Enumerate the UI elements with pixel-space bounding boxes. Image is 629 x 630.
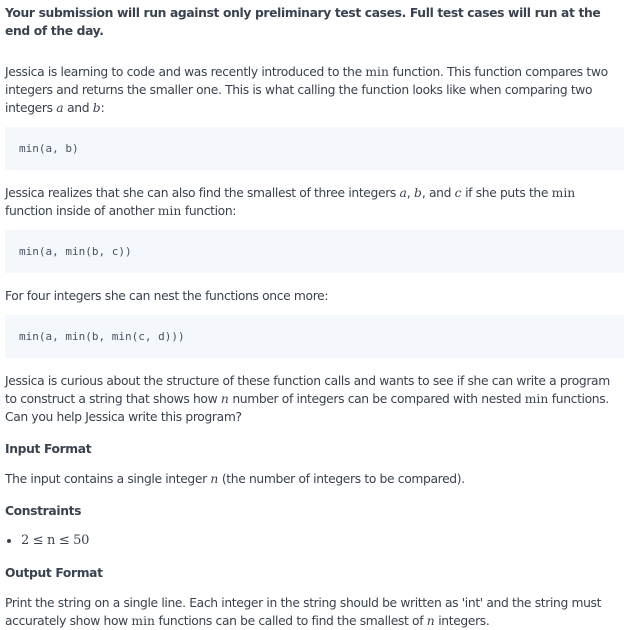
text: number of integers can be compared with … xyxy=(228,392,525,406)
constraints-list: 2 ≤ n ≤ 50 xyxy=(5,532,624,550)
text: Jessica realizes that she can also find … xyxy=(5,186,400,200)
text: functions can be called to find the smal… xyxy=(154,614,427,628)
code-block: min(a, min(b, min(c, d))) xyxy=(5,315,624,358)
four-integers-paragraph: For four integers she can nest the funct… xyxy=(5,289,329,303)
math-c: c xyxy=(454,186,462,200)
math-min: min xyxy=(131,614,155,628)
math-b: b xyxy=(92,101,101,115)
math-n: n xyxy=(426,614,435,628)
code-block: min(a, b) xyxy=(5,127,624,170)
three-integers-paragraph: Jessica realizes that she can also find … xyxy=(5,184,624,220)
text: Jessica is learning to code and was rece… xyxy=(5,65,366,79)
output-format-text: Print the string on a single line. Each … xyxy=(5,594,624,630)
text: , xyxy=(406,186,414,200)
math-min: min xyxy=(551,186,576,200)
output-format-heading: Output Format xyxy=(5,566,103,580)
math-a: a xyxy=(56,101,64,115)
input-format-text: The input contains a single integer n (t… xyxy=(5,470,624,488)
intro-paragraph: Jessica is learning to code and was rece… xyxy=(5,63,624,117)
input-format-heading: Input Format xyxy=(5,442,92,456)
text: The input contains a single integer xyxy=(5,472,211,486)
text: , and xyxy=(421,186,455,200)
math-min: min xyxy=(365,65,389,79)
text: function: xyxy=(181,204,237,218)
text: : xyxy=(100,101,105,115)
task-paragraph: Jessica is curious about the structure o… xyxy=(5,372,624,426)
math-min: min xyxy=(524,392,549,406)
text: if she puts the xyxy=(461,186,552,200)
text: and xyxy=(63,101,93,115)
math-min: min xyxy=(157,204,182,218)
text: function inside of another xyxy=(5,204,158,218)
math-a: a xyxy=(399,186,407,200)
problem-statement: Your submission will run against only pr… xyxy=(0,0,629,630)
math-n: n xyxy=(220,392,229,406)
text: integers. xyxy=(434,614,490,628)
submission-notice: Your submission will run against only pr… xyxy=(5,6,601,38)
constraint-item: 2 ≤ n ≤ 50 xyxy=(21,532,624,550)
code-block: min(a, min(b, c)) xyxy=(5,230,624,273)
math-b: b xyxy=(414,186,422,200)
constraints-heading: Constraints xyxy=(5,504,82,518)
text: (the number of integers to be compared). xyxy=(218,472,465,486)
